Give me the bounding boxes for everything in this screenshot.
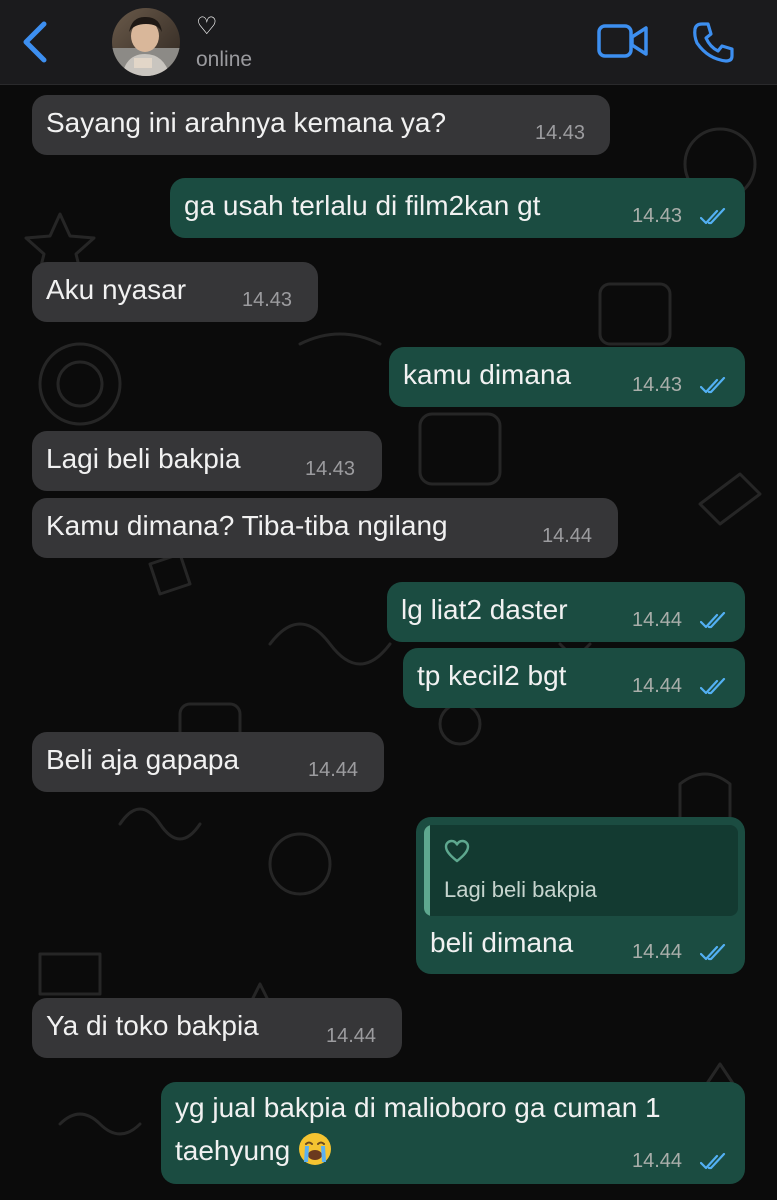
message-bubble[interactable]: Sayang ini arahnya kemana ya? 14.43	[32, 95, 610, 155]
message-text: Lagi beli bakpia	[46, 443, 241, 474]
voice-call-button[interactable]	[690, 20, 736, 64]
message-text: Beli aja gapapa	[46, 744, 240, 775]
read-receipt-icon	[700, 1153, 726, 1170]
avatar-photo	[112, 8, 180, 76]
message-time: 14.43	[632, 205, 683, 227]
message-bubble[interactable]: tp kecil2 bgt 14.44	[403, 648, 745, 708]
message-bubble[interactable]: Beli aja gapapa 14.44	[32, 732, 384, 792]
message-time: 14.44	[632, 675, 683, 697]
contact-status: online	[196, 48, 253, 71]
message-bubble[interactable]: Kamu dimana? Tiba-tiba ngilang 14.44	[32, 498, 618, 558]
message-bubble[interactable]: lg liat2 daster 14.44	[387, 582, 745, 642]
message-bubble[interactable]: Ya di toko bakpia 14.44	[32, 998, 402, 1058]
message-text: kamu dimana	[403, 359, 572, 390]
message-text-word: taehyung	[175, 1135, 291, 1166]
phone-icon	[693, 22, 734, 63]
contact-name[interactable]: ♡	[196, 14, 218, 40]
message-text: tp kecil2 bgt	[417, 660, 567, 691]
loudly-crying-face-icon	[299, 1133, 332, 1165]
reply-message-bubble[interactable]: Lagi beli bakpia beli dimana 14.44	[416, 817, 745, 974]
read-receipt-icon	[700, 208, 726, 225]
message-text: Sayang ini arahnya kemana ya?	[46, 107, 447, 138]
message-time: 14.43	[305, 458, 356, 480]
message-time: 14.43	[242, 289, 293, 311]
message-time: 14.44	[326, 1025, 377, 1047]
chat-area[interactable]: Sayang ini arahnya kemana ya? 14.43 ga u…	[0, 84, 777, 1200]
message-bubble[interactable]: yg jual bakpia di malioboro ga cuman 1 t…	[161, 1082, 745, 1184]
message-bubble[interactable]: Lagi beli bakpia 14.43	[32, 431, 382, 491]
message-time: 14.44	[632, 941, 683, 963]
back-button[interactable]	[18, 20, 54, 64]
message-text: Ya di toko bakpia	[46, 1010, 259, 1041]
message-text-line-1: yg jual bakpia di malioboro ga cuman 1	[175, 1092, 661, 1123]
video-camera-icon	[597, 24, 648, 58]
message-bubble[interactable]: kamu dimana 14.43	[389, 347, 745, 407]
message-time: 14.44	[542, 525, 593, 547]
message-time: 14.44	[308, 759, 359, 781]
heart-icon	[444, 839, 470, 863]
chat-header: ♡ online	[0, 0, 777, 85]
video-call-button[interactable]	[596, 22, 650, 60]
quoted-text: Lagi beli bakpia	[444, 877, 597, 902]
message-bubble[interactable]: ga usah terlalu di film2kan gt 14.43	[170, 178, 745, 238]
read-receipt-icon	[700, 678, 726, 695]
message-text: lg liat2 daster	[401, 594, 568, 625]
read-receipt-icon	[700, 612, 726, 629]
message-text: beli dimana	[430, 927, 574, 958]
message-time: 14.43	[535, 122, 586, 144]
read-receipt-icon	[700, 377, 726, 394]
message-time: 14.44	[632, 609, 683, 631]
contact-avatar[interactable]	[112, 8, 180, 76]
chevron-left-icon	[23, 21, 47, 63]
message-text: ga usah terlalu di film2kan gt	[184, 190, 541, 221]
message-bubble[interactable]: Aku nyasar 14.43	[32, 262, 318, 322]
quote-accent-bar	[424, 825, 430, 916]
message-text: Kamu dimana? Tiba-tiba ngilang	[46, 510, 448, 541]
message-text: Aku nyasar	[46, 274, 187, 305]
message-time: 14.44	[632, 1150, 683, 1172]
message-time: 14.43	[632, 374, 683, 396]
read-receipt-icon	[700, 944, 726, 961]
message-text-line-2: taehyung	[175, 1130, 332, 1172]
quoted-message[interactable]: Lagi beli bakpia	[424, 825, 738, 916]
